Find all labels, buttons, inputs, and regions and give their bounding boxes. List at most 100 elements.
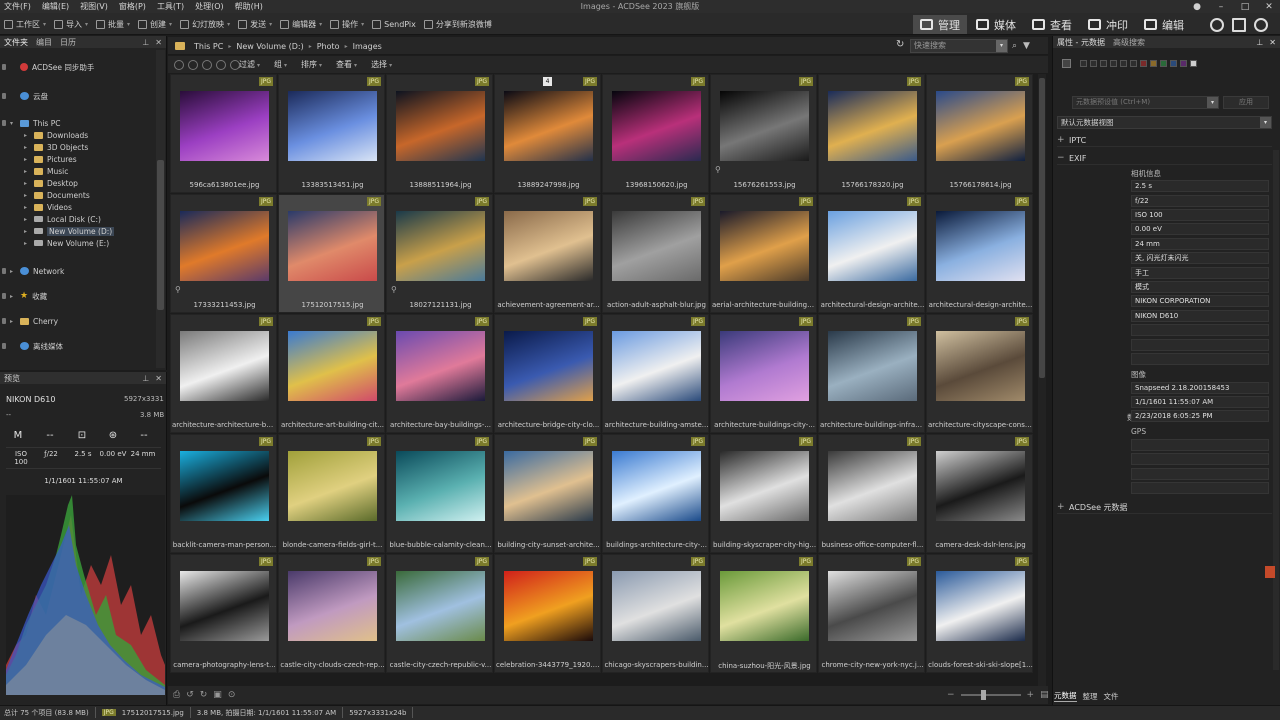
chevron-down-icon[interactable]: ▾ (1260, 117, 1271, 128)
exif-value[interactable]: 2/23/2018 6:05:25 PM (1131, 410, 1269, 423)
thumbnail-item[interactable]: JPG 596ca613801ee.jpg (170, 74, 277, 193)
thumbnail-item[interactable]: JPG action-adult-asphalt-blur.jpg (602, 194, 709, 313)
thumbnail-item[interactable]: JPG architecture-buildings-city-... (710, 314, 817, 433)
thumbnail-item[interactable]: JPG architecture-bay-buildings-... (386, 314, 493, 433)
expander-icon[interactable]: ▸ (24, 156, 30, 163)
expander-icon[interactable]: ▸ (24, 216, 30, 223)
section-exif[interactable]: − EXIF (1057, 152, 1272, 165)
exif-value[interactable]: 1/1/1601 11:55:07 AM (1131, 396, 1269, 408)
tree-node[interactable]: ▸ Downloads (24, 129, 88, 141)
tool-8[interactable]: SendPix (372, 13, 416, 35)
zoom-out-icon[interactable]: − (947, 690, 955, 700)
filter-menu[interactable]: 排序 ▾ (301, 59, 322, 70)
tree-node[interactable]: ▸ Pictures (24, 153, 77, 165)
thumbnail-item[interactable]: JPG china-suzhou-阳光-风景.jpg (710, 554, 817, 673)
color-label-swatch[interactable] (1180, 59, 1187, 67)
tab-catalog[interactable]: 编目 (36, 37, 52, 48)
home-icon[interactable] (174, 59, 184, 70)
thumbnail-item[interactable]: JPG architecture-buildings-infras... (818, 314, 925, 433)
tool-2[interactable]: 批量 ▾ (96, 13, 130, 35)
expander-icon[interactable]: ▸ (24, 180, 30, 187)
tab-advanced-search[interactable]: 高级搜索 (1113, 37, 1145, 48)
exif-value[interactable] (1131, 338, 1269, 351)
menu-item[interactable]: 文件(F) (4, 1, 31, 12)
rating-box[interactable] (1110, 59, 1117, 67)
grid-scrollbar[interactable] (1038, 74, 1046, 686)
scroll-thumb[interactable] (1039, 78, 1045, 378)
tree-node[interactable]: ▸ New Volume (D:) (24, 225, 115, 237)
exif-value[interactable]: 手工 (1131, 266, 1269, 279)
rating-box[interactable] (1080, 59, 1087, 67)
expander-icon[interactable]: ▸ (24, 132, 30, 139)
filter-menu[interactable]: 组 ▾ (274, 59, 287, 70)
slideshow-icon[interactable]: ⊙ (228, 690, 236, 700)
exif-value[interactable]: 2.5 s (1131, 180, 1269, 193)
thumbnail-item[interactable]: JPG 17512017515.jpg (278, 194, 385, 313)
tool-7[interactable]: 操作 ▾ (330, 13, 364, 35)
exif-value[interactable]: 模式 (1131, 281, 1269, 293)
expander-icon[interactable]: ▸ (24, 168, 30, 175)
tree-node[interactable]: ▸ 3D Objects (24, 141, 88, 153)
thumbnail-item[interactable]: JPG architectural-design-archite... (818, 194, 925, 313)
tab-calendar[interactable]: 日历 (60, 37, 76, 48)
menu-item[interactable]: 处理(O) (195, 1, 224, 12)
exif-value[interactable]: NIKON D610 (1131, 309, 1269, 322)
theme-icon[interactable] (1254, 17, 1268, 32)
refresh-icon[interactable]: ↻ (896, 39, 904, 50)
thumbnail-item[interactable]: JPG 4 13889247998.jpg (494, 74, 601, 193)
thumbnail-item[interactable]: JPG 13888511964.jpg (386, 74, 493, 193)
thumbnail-item[interactable]: JPG clouds-forest-ski-ski-slope[1... (926, 554, 1033, 673)
thumbnail-item[interactable]: JPG castle-city-clouds-czech-rep... (278, 554, 385, 673)
color-label-swatch[interactable] (1150, 59, 1157, 67)
thumbnail-item[interactable]: JPG chicago-skyscrapers-buildin... (602, 554, 709, 673)
rating-box[interactable] (1090, 59, 1097, 67)
properties-bottom-tab[interactable]: 文件 (1104, 691, 1119, 702)
back-icon[interactable] (188, 59, 198, 70)
thumbnail-item[interactable]: JPG architecture-building-amste... (602, 314, 709, 433)
expander-icon[interactable]: ▸ (24, 192, 30, 199)
exif-value[interactable] (1131, 439, 1269, 451)
properties-bottom-tab[interactable]: 元数据 (1054, 690, 1077, 702)
rotate-left-icon[interactable]: ↺ (186, 690, 194, 700)
thumbnail-item[interactable]: JPG buildings-architecture-city-... (602, 434, 709, 553)
tree-node[interactable]: ▸ New Volume (E:) (24, 237, 109, 249)
thumbnail-item[interactable]: JPG castle-city-czech-republic-v... (386, 554, 493, 673)
thumbnail-item[interactable]: JPG celebration-3443779_1920.jpg (494, 554, 602, 673)
chevron-down-icon[interactable]: ▾ (1207, 97, 1218, 108)
tool-0[interactable]: 工作区 ▾ (4, 13, 46, 35)
thumbnail-item[interactable]: JPG 13383513451.jpg (278, 74, 385, 193)
zoom-knob[interactable] (980, 690, 986, 700)
exif-value[interactable] (1131, 453, 1269, 466)
face-icon[interactable] (1210, 17, 1224, 32)
exif-value[interactable] (1131, 353, 1269, 365)
section-iptc[interactable]: + IPTC (1057, 134, 1272, 147)
breadcrumb-item[interactable]: This PC (194, 42, 223, 51)
tab-properties[interactable]: 属性 - 元数据 (1057, 37, 1105, 48)
thumbnail-item[interactable]: JPG chrome-city-new-york-nyc.j... (818, 554, 925, 673)
metadata-preset-select[interactable]: 元数据预设值 (Ctrl+M) (1072, 96, 1219, 109)
search-dropdown-icon[interactable]: ▾ (996, 40, 1007, 52)
properties-scrollbar[interactable] (1273, 150, 1279, 670)
tool-3[interactable]: 创建 ▾ (138, 13, 172, 35)
thumbnail-item[interactable]: JPG achievement-agreement-ar... (494, 194, 601, 313)
tool-6[interactable]: 编辑器 ▾ (280, 13, 322, 35)
rotate-right-icon[interactable]: ↻ (200, 690, 208, 700)
filter-menu[interactable]: 查看 ▾ (336, 59, 357, 70)
tree-node[interactable]: ▸ Desktop (24, 177, 78, 189)
dashboard-icon[interactable] (1232, 17, 1246, 32)
close-icon[interactable]: ✕ (1269, 38, 1276, 47)
exif-value[interactable]: 0.00 eV (1131, 223, 1269, 236)
print-icon[interactable]: ⎙ (173, 690, 180, 700)
mode-3[interactable]: 冲印 (1081, 15, 1135, 34)
exif-value[interactable]: ISO 100 (1131, 209, 1269, 221)
tree-node[interactable]: ▾ This PC (2, 117, 60, 129)
exif-value[interactable] (1131, 467, 1269, 480)
thumbnail-item[interactable]: JPG ⚲ 18027121131.jpg (386, 194, 493, 313)
expander-icon[interactable]: ▸ (10, 268, 16, 275)
tree-node[interactable]: 离线媒体 (2, 340, 63, 352)
pin-icon[interactable]: ⊥ (1256, 38, 1263, 47)
metadata-view-select[interactable]: 默认元数据视图 (1057, 116, 1272, 129)
thumbnail-item[interactable]: JPG 13968150620.jpg (602, 74, 709, 193)
exif-value[interactable]: f/22 (1131, 194, 1269, 207)
color-label-swatch[interactable] (1190, 59, 1197, 67)
